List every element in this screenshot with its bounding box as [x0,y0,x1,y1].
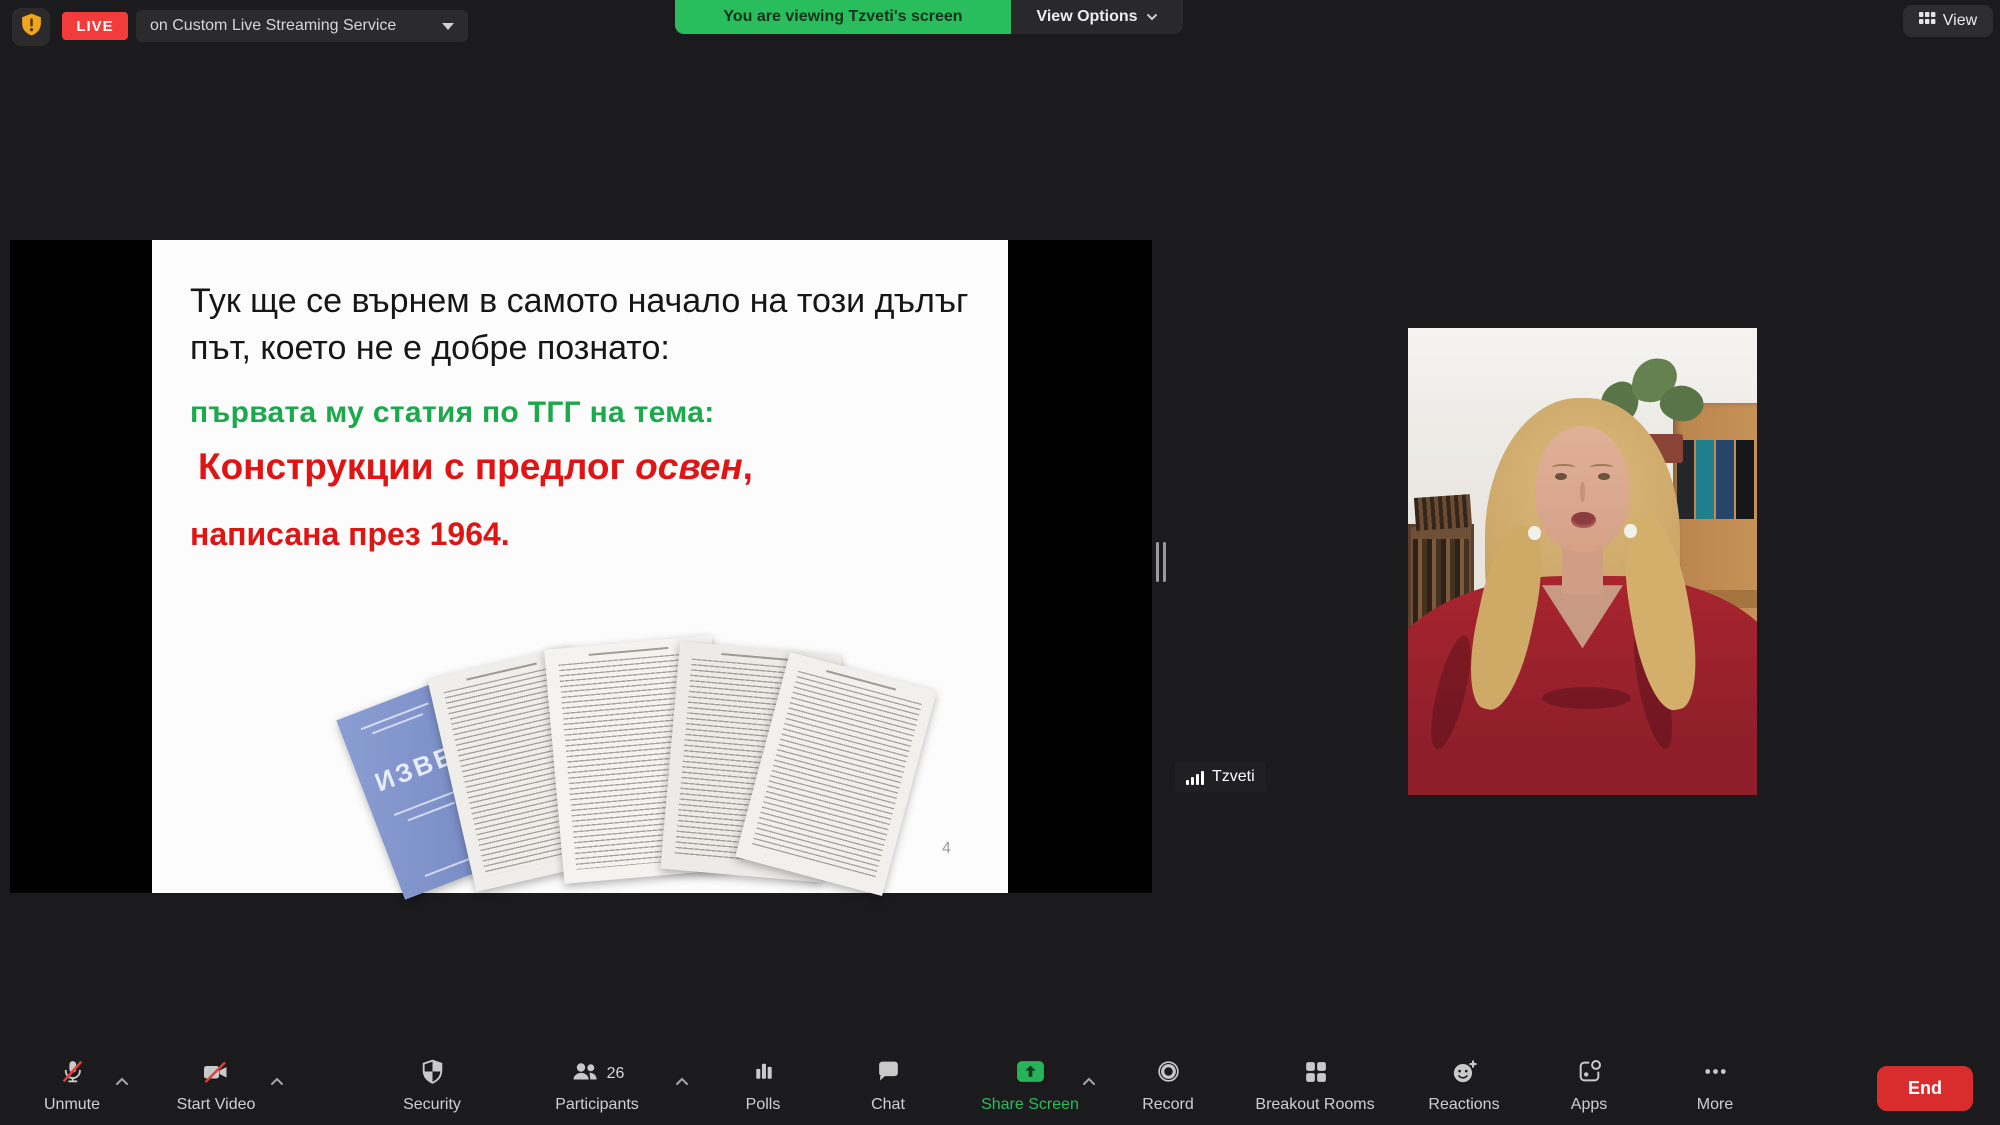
chat-button[interactable]: Chat [818,1056,958,1114]
participants-chevron[interactable] [670,1070,694,1092]
slide-green-text: първата му статия по ТГГ на тема: [190,396,715,430]
slide-red-title: Конструкции с предлог освен, [198,446,753,488]
video-options-chevron[interactable] [265,1070,289,1092]
view-options-label: View Options [1036,8,1137,26]
unmute-label: Unmute [44,1096,100,1114]
dropdown-triangle-icon [442,23,454,30]
apps-icon [1576,1058,1603,1090]
live-badge: LIVE [62,12,128,40]
slide-red-subtitle: написана през 1964. [190,516,510,553]
record-label: Record [1142,1096,1194,1114]
warning-shield-icon [20,12,43,42]
book-pile [1414,494,1472,531]
participants-label: Participants [555,1096,639,1114]
apps-button[interactable]: Apps [1519,1056,1659,1114]
security-label: Security [403,1096,461,1114]
chevron-down-icon [1146,8,1158,26]
polls-button[interactable]: Polls [693,1056,833,1114]
speaker-name-label: Tzveti [1175,762,1266,792]
end-meeting-button[interactable]: End [1877,1066,1973,1111]
polls-icon [750,1058,777,1090]
grid-view-icon [1919,12,1936,30]
share-screen-label: Share Screen [981,1096,1079,1114]
shield-icon [419,1058,446,1090]
view-button-label: View [1943,12,1977,30]
documents-fan-image: ИЗВЕ [282,632,827,890]
apps-label: Apps [1571,1096,1607,1114]
speaker-name: Tzveti [1212,768,1255,786]
participants-icon [570,1059,600,1090]
record-icon [1155,1058,1182,1090]
view-button[interactable]: View [1903,5,1993,37]
reactions-icon [1450,1058,1479,1090]
more-icon [1702,1058,1729,1090]
camera-muted-icon [201,1059,231,1090]
viewing-banner: You are viewing Tzveti's screen [675,0,1011,34]
participants-count: 26 [607,1065,625,1083]
breakout-rooms-button[interactable]: Breakout Rooms [1245,1056,1385,1114]
breakout-rooms-label: Breakout Rooms [1255,1096,1374,1114]
security-button[interactable]: Security [362,1056,502,1114]
shared-screen-area: Тук ще се върнем в самото начало на този… [10,240,1152,893]
more-label: More [1697,1096,1733,1114]
audio-options-chevron[interactable] [110,1070,134,1092]
chat-label: Chat [871,1096,905,1114]
share-screen-icon [1015,1058,1046,1090]
person-face [1535,426,1629,552]
more-button[interactable]: More [1645,1056,1785,1114]
meeting-toolbar: Unmute Start Video Security [0,1042,2000,1125]
start-video-label: Start Video [177,1096,256,1114]
slide-intro-text: Тук ще се върнем в самото начало на този… [190,278,990,372]
stream-service-dropdown[interactable]: on Custom Live Streaming Service [136,10,468,42]
record-button[interactable]: Record [1098,1056,1238,1114]
reactions-label: Reactions [1428,1096,1499,1114]
panel-resize-handle[interactable] [1156,542,1168,582]
presentation-slide: Тук ще се върнем в самото начало на този… [152,240,1008,893]
audio-level-icon [1186,770,1204,785]
reactions-button[interactable]: Reactions [1394,1056,1534,1114]
earring [1624,524,1636,538]
chat-icon [875,1058,902,1090]
earring [1528,526,1540,540]
polls-label: Polls [746,1096,781,1114]
stream-service-label: on Custom Live Streaming Service [150,17,396,35]
microphone-muted-icon [59,1058,86,1090]
person-red-top [1408,576,1757,796]
participant-video[interactable] [1408,328,1757,795]
participants-button[interactable]: 26 Participants [517,1056,677,1114]
view-options-button[interactable]: View Options [1011,0,1183,34]
breakout-rooms-icon [1302,1058,1329,1090]
slide-page-number: 4 [942,840,951,858]
meeting-info-badge[interactable] [12,8,50,46]
